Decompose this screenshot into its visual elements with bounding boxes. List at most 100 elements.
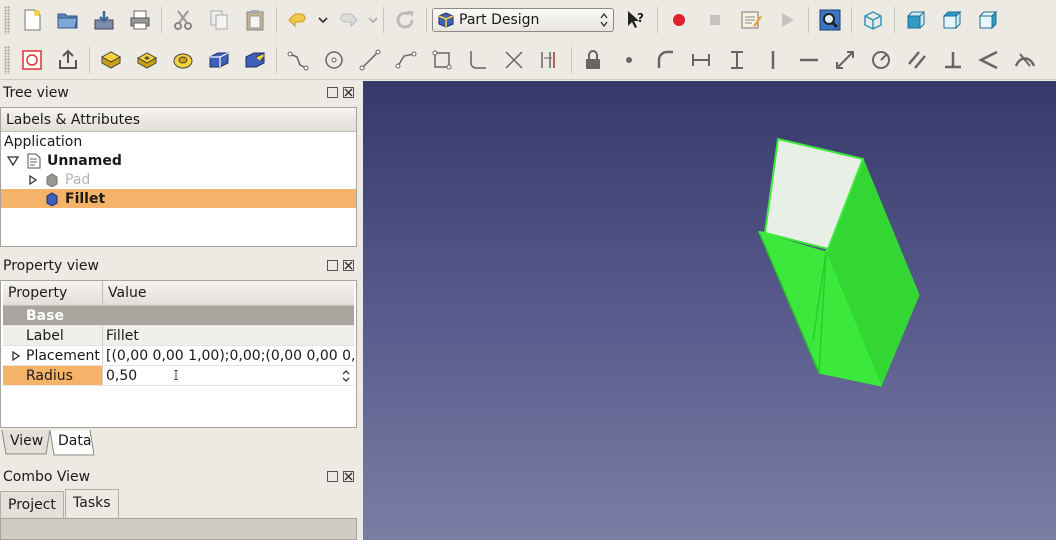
save-icon[interactable] bbox=[86, 2, 122, 38]
constrain-horizontal-icon[interactable] bbox=[791, 42, 827, 78]
property-row-label[interactable]: Label Fillet bbox=[3, 326, 354, 346]
redo-dropdown-icon[interactable] bbox=[366, 2, 380, 38]
constrain-distance-icon[interactable] bbox=[827, 42, 863, 78]
sketch-polyline-icon[interactable] bbox=[280, 42, 316, 78]
spin-arrows-icon[interactable] bbox=[341, 368, 351, 384]
toolbar-separator bbox=[276, 46, 277, 73]
constrain-parallel-icon[interactable] bbox=[899, 42, 935, 78]
constrain-perpendicular-icon[interactable] bbox=[935, 42, 971, 78]
chamfer-icon[interactable] bbox=[237, 42, 273, 78]
tree-header[interactable]: Labels & Attributes bbox=[1, 108, 356, 132]
toolbar-separator bbox=[426, 7, 427, 33]
pocket-icon[interactable] bbox=[129, 42, 165, 78]
right-view-icon[interactable] bbox=[970, 2, 1006, 38]
create-sketch-icon[interactable] bbox=[14, 42, 50, 78]
workbench-selector[interactable]: Part Design bbox=[432, 8, 614, 32]
radius-value[interactable]: 0,50 bbox=[106, 368, 137, 384]
isometric-view-icon[interactable] bbox=[855, 2, 891, 38]
constrain-symmetric-icon[interactable] bbox=[1007, 42, 1043, 78]
column-header-value[interactable]: Value bbox=[103, 281, 146, 305]
open-folder-icon[interactable] bbox=[50, 2, 86, 38]
toolbar-separator bbox=[276, 7, 277, 33]
expanded-arrow-icon[interactable] bbox=[7, 155, 19, 166]
front-view-icon[interactable] bbox=[898, 2, 934, 38]
tasks-panel bbox=[0, 518, 357, 540]
paste-icon[interactable] bbox=[237, 2, 273, 38]
sketch-arc-icon[interactable] bbox=[388, 42, 424, 78]
column-header-property[interactable]: Property bbox=[3, 281, 103, 305]
constrain-lock-icon[interactable] bbox=[575, 42, 611, 78]
sketch-rectangle-icon[interactable] bbox=[424, 42, 460, 78]
document-label: Unnamed bbox=[47, 152, 122, 169]
tree-item-pad[interactable]: Pad bbox=[1, 170, 356, 189]
property-name: Radius bbox=[3, 366, 103, 385]
property-name: Placement bbox=[3, 346, 103, 365]
refresh-icon[interactable] bbox=[387, 2, 423, 38]
constrain-tangent-icon[interactable] bbox=[647, 42, 683, 78]
group-label: Base bbox=[26, 307, 64, 324]
close-panel-icon[interactable] bbox=[343, 471, 354, 482]
undo-icon[interactable] bbox=[280, 2, 316, 38]
property-group-base: Base bbox=[3, 306, 354, 326]
collapsed-arrow-icon[interactable] bbox=[29, 174, 37, 185]
undo-dropdown-icon[interactable] bbox=[316, 2, 330, 38]
edit-macro-icon[interactable] bbox=[733, 2, 769, 38]
part-design-toolbar bbox=[0, 40, 1056, 80]
sketch-fillet-icon[interactable] bbox=[460, 42, 496, 78]
tab-project[interactable]: Project bbox=[0, 491, 64, 519]
redo-icon[interactable] bbox=[330, 2, 366, 38]
sketch-circle-icon[interactable] bbox=[316, 42, 352, 78]
revolution-icon[interactable] bbox=[165, 42, 201, 78]
record-macro-icon[interactable] bbox=[661, 2, 697, 38]
toolbar-grip[interactable] bbox=[4, 6, 10, 34]
property-value[interactable]: Fillet bbox=[103, 326, 354, 345]
tab-view[interactable]: View bbox=[2, 430, 51, 455]
constrain-point-icon[interactable] bbox=[611, 42, 647, 78]
toolbar-grip[interactable] bbox=[4, 45, 10, 74]
sketch-line-icon[interactable] bbox=[352, 42, 388, 78]
copy-icon[interactable] bbox=[201, 2, 237, 38]
constrain-horizontal-distance-icon[interactable] bbox=[683, 42, 719, 78]
constrain-vertical-distance-icon[interactable] bbox=[719, 42, 755, 78]
constrain-radius-icon[interactable] bbox=[863, 42, 899, 78]
property-row-placement[interactable]: Placement [(0,00 0,00 1,00);0,00;(0,00 0… bbox=[3, 346, 354, 366]
whats-this-icon[interactable]: ? bbox=[618, 2, 654, 38]
constrain-angle-icon[interactable] bbox=[971, 42, 1007, 78]
float-panel-icon[interactable] bbox=[327, 87, 338, 98]
tree-item-document[interactable]: Unnamed bbox=[1, 151, 356, 170]
tab-tasks[interactable]: Tasks bbox=[65, 489, 119, 519]
run-macro-icon[interactable] bbox=[769, 2, 805, 38]
new-document-icon[interactable] bbox=[14, 2, 50, 38]
sketch-trim-icon[interactable] bbox=[496, 42, 532, 78]
tree-item-application[interactable]: Application bbox=[1, 132, 356, 151]
close-panel-icon[interactable] bbox=[343, 260, 354, 271]
placement-name: Placement bbox=[26, 347, 100, 364]
constrain-vertical-icon[interactable] bbox=[755, 42, 791, 78]
toolbar-separator bbox=[89, 46, 90, 73]
application-label: Application bbox=[4, 133, 83, 150]
tree-item-fillet[interactable]: Fillet bbox=[1, 189, 356, 208]
combo-view-title-bar: Combo View bbox=[0, 466, 358, 488]
stop-macro-icon[interactable] bbox=[697, 2, 733, 38]
pad-feature-icon bbox=[46, 172, 58, 187]
collapsed-arrow-icon[interactable] bbox=[12, 351, 20, 361]
radius-spinbox[interactable]: 0,50 bbox=[103, 366, 354, 385]
property-row-radius[interactable]: Radius 0,50 bbox=[3, 366, 354, 386]
close-panel-icon[interactable] bbox=[343, 87, 354, 98]
cut-icon[interactable] bbox=[165, 2, 201, 38]
property-value[interactable]: [(0,00 0,00 1,00);0,00;(0,00 0,00 0,0… bbox=[103, 346, 354, 365]
print-icon[interactable] bbox=[122, 2, 158, 38]
sketch-external-icon[interactable] bbox=[532, 42, 568, 78]
combo-arrows-icon bbox=[600, 12, 608, 28]
fillet-solid-3d[interactable] bbox=[363, 81, 1056, 540]
fit-all-icon[interactable] bbox=[812, 2, 848, 38]
top-view-icon[interactable] bbox=[934, 2, 970, 38]
3d-viewport[interactable] bbox=[363, 81, 1056, 540]
leave-sketch-icon[interactable] bbox=[50, 42, 86, 78]
fillet-icon[interactable] bbox=[201, 42, 237, 78]
float-panel-icon[interactable] bbox=[327, 471, 338, 482]
tab-data[interactable]: Data bbox=[50, 430, 99, 455]
pad-icon[interactable] bbox=[93, 42, 129, 78]
float-panel-icon[interactable] bbox=[327, 260, 338, 271]
toolbar-separator bbox=[851, 7, 852, 33]
